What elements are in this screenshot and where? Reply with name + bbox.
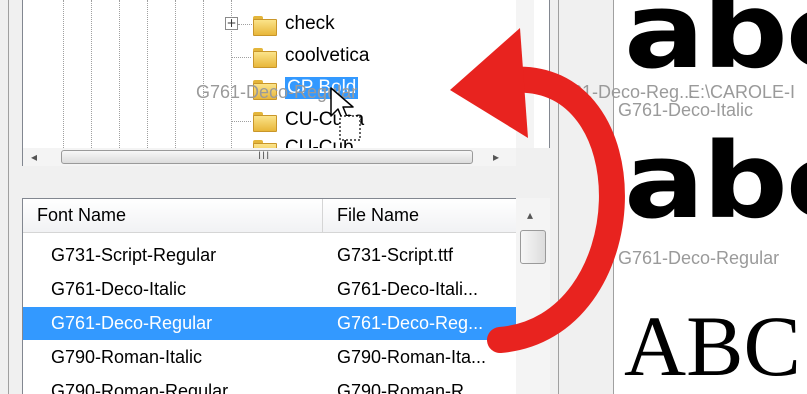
- font-name-cell: G790-Roman-Regular: [51, 381, 229, 394]
- tree-item-label: check: [285, 13, 335, 34]
- folder-icon: [253, 14, 277, 36]
- font-name-cell: G790-Roman-Italic: [51, 347, 203, 367]
- drag-ghost-path: E:\CAROLE-I: [688, 82, 796, 102]
- folder-icon: [253, 138, 277, 148]
- list-item[interactable]: G790-Roman-Regular G790-Roman-R...: [23, 375, 517, 394]
- font-name-cell: G761-Deco-Italic: [51, 279, 187, 299]
- font-sample-roman: ABC: [624, 298, 801, 394]
- font-name-cell: G761-Deco-Regular: [51, 313, 213, 333]
- tree-item-coolvetica[interactable]: coolvetica: [253, 42, 370, 70]
- scrollbar-grip: III: [258, 150, 271, 162]
- font-sample-deco-italic: abc: [624, 0, 807, 92]
- font-sample-caption: G761-Deco-Regular: [618, 248, 780, 268]
- font-sample-deco-regular: abc: [624, 120, 807, 242]
- scroll-left-arrow-icon[interactable]: ◂: [31, 150, 37, 164]
- scrollbar-thumb[interactable]: III: [61, 150, 473, 164]
- file-name-cell: G731-Script.ttf: [337, 245, 454, 265]
- header-label: Font Name: [37, 205, 127, 225]
- red-curved-arrow-icon: [450, 28, 625, 353]
- plus-box-icon[interactable]: +: [225, 17, 238, 30]
- folder-icon: [253, 46, 277, 68]
- column-header-font-name[interactable]: Font Name: [23, 199, 323, 233]
- header-label: File Name: [337, 205, 420, 225]
- mouse-pointer-icon: [330, 87, 361, 141]
- tree-item-check[interactable]: check: [253, 10, 335, 38]
- folder-icon: [253, 110, 277, 132]
- file-name-cell: G790-Roman-R...: [337, 381, 480, 394]
- tree-item-label: coolvetica: [285, 45, 370, 66]
- font-name-cell: G731-Script-Regular: [51, 245, 217, 265]
